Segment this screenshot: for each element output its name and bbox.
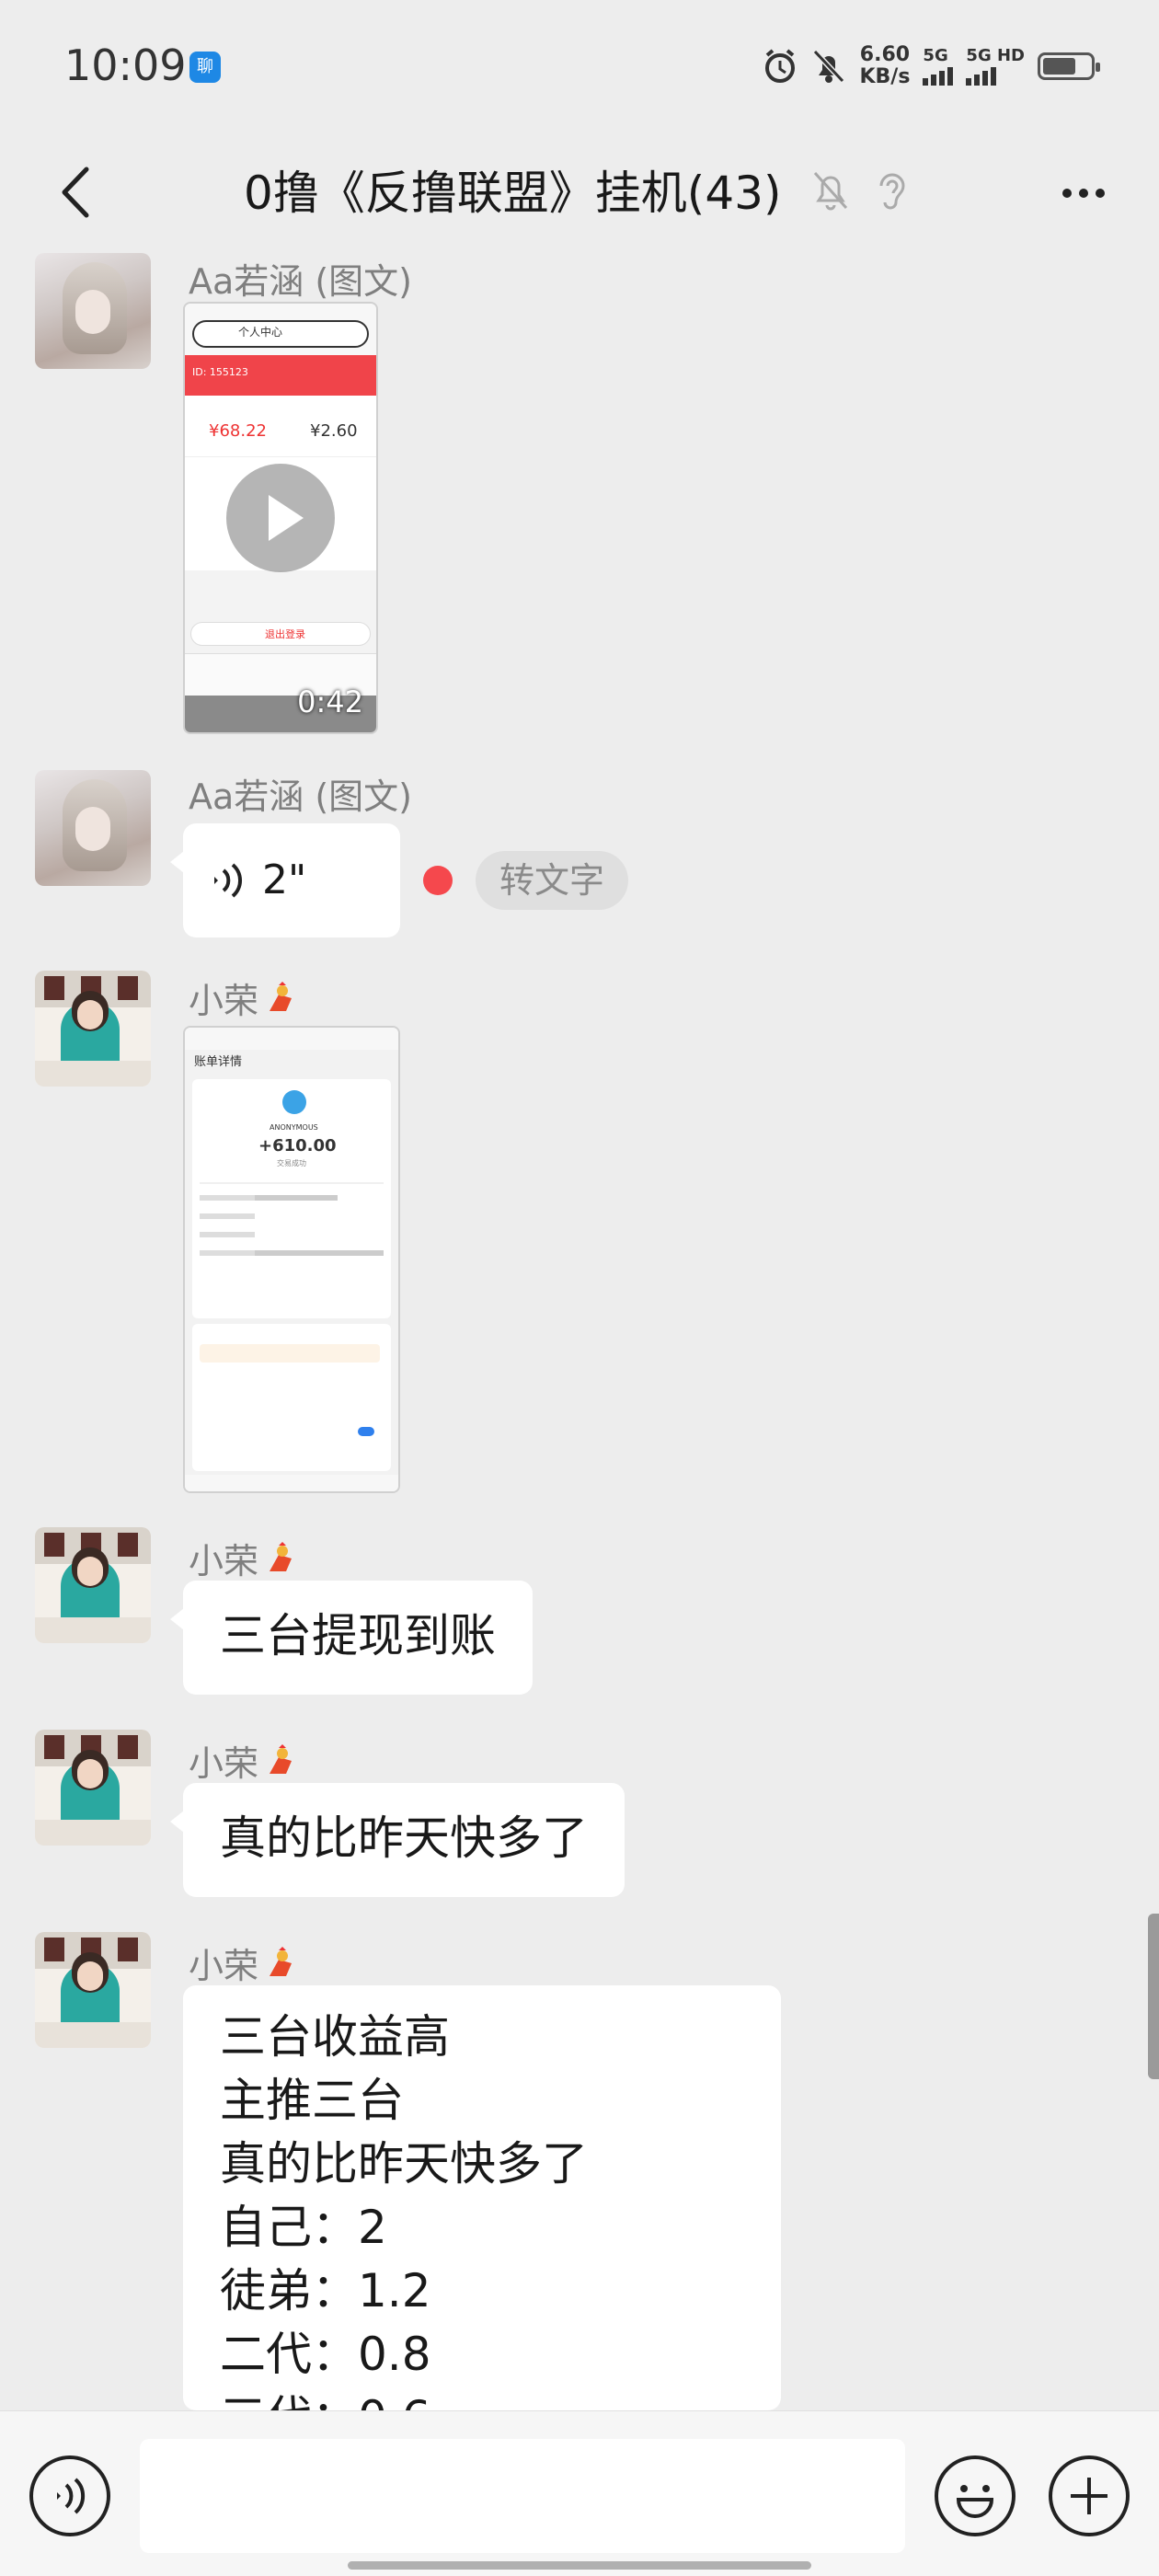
- emoji-button[interactable]: [935, 2455, 1016, 2536]
- rooster-emoji-icon: [270, 1541, 293, 1571]
- sender-name: 小荣: [189, 972, 299, 1023]
- emoji-icon: [956, 2485, 994, 2518]
- thumb-amount-2: ¥2.60: [310, 421, 358, 441]
- bubble-line: 二代：0.8: [220, 2328, 431, 2381]
- bubble-line: 三台收益高: [220, 2010, 450, 2064]
- avatar[interactable]: [35, 971, 151, 1087]
- bubble-line: 徒弟：1.2: [220, 2264, 431, 2317]
- rooster-emoji-icon: [270, 1946, 293, 1976]
- sender-name: 小荣: [189, 1533, 299, 1583]
- ear-icon: [879, 173, 905, 210]
- thumb-amount: +610.00: [258, 1136, 337, 1156]
- scrollbar[interactable]: [1148, 1914, 1159, 2079]
- input-bar: [0, 2410, 1159, 2576]
- avatar[interactable]: [35, 770, 151, 886]
- bubble-line: 三代：0.6: [220, 2386, 744, 2410]
- thumb-header: 账单详情: [194, 1055, 243, 1069]
- app-notification-icon: 聊: [189, 52, 221, 83]
- thumb-search-text: 个人中心: [238, 326, 283, 339]
- more-functions-button[interactable]: [1049, 2455, 1130, 2536]
- video-duration: 0:42: [297, 684, 363, 719]
- text-bubble[interactable]: 三台提现到账: [170, 1581, 533, 1695]
- thumb-id: ID: 155123: [192, 366, 248, 378]
- mute-icon: [813, 49, 845, 84]
- text-bubble[interactable]: 真的比昨天快多了: [170, 1783, 625, 1897]
- sender-name: 小荣: [189, 1938, 299, 1988]
- network-speed: 6.60 KB/s: [859, 43, 911, 88]
- convert-to-text-button[interactable]: 转文字: [476, 851, 629, 910]
- status-time: 10:09: [64, 40, 187, 90]
- thumb-payer: ANONYMOUS: [270, 1123, 318, 1132]
- status-bar: 10:09 聊 6.60 KB/s 5G 5G HD: [0, 0, 1159, 138]
- thumb-amount-1: ¥68.22: [209, 421, 267, 441]
- sim1-signal: 5G: [923, 47, 954, 86]
- avatar[interactable]: [35, 253, 151, 369]
- voice-bubble[interactable]: 2": [170, 823, 400, 937]
- avatar[interactable]: [35, 1932, 151, 2048]
- voice-icon: [57, 2478, 86, 2514]
- bubble-line: 自己：2: [220, 2201, 387, 2254]
- alarm-icon: [765, 49, 796, 83]
- chat-header: 0撸《反撸联盟》挂机(43): [0, 138, 1159, 248]
- avatar[interactable]: [35, 1527, 151, 1643]
- text-bubble[interactable]: 三台收益高 主推三台 真的比昨天快多了 自己：2 徒弟：1.2 二代：0.8 三…: [183, 1985, 781, 2410]
- sender-name: 小荣: [189, 1735, 299, 1786]
- voice-duration: 2": [262, 857, 307, 903]
- bubble-line: 主推三台: [220, 2074, 404, 2127]
- sender-name: Aa若涵 (图文): [189, 776, 413, 817]
- more-icon[interactable]: [1047, 166, 1120, 221]
- battery-icon: [1038, 52, 1100, 80]
- voice-wave-icon: [214, 863, 243, 898]
- bubble-line: 真的比昨天快多了: [220, 2137, 588, 2191]
- thumb-logout: 退出登录: [265, 628, 305, 640]
- thumb-status: 交易成功: [277, 1159, 306, 1167]
- home-indicator[interactable]: [348, 2561, 811, 2570]
- play-icon[interactable]: [226, 464, 335, 572]
- mute-bell-icon: [813, 171, 848, 211]
- sender-name: Aa若涵 (图文): [189, 261, 413, 302]
- back-icon[interactable]: [46, 160, 110, 224]
- image-thumbnail[interactable]: 账单详情 ANONYMOUS +610.00 交易成功: [183, 1026, 400, 1493]
- rooster-emoji-icon: [270, 1743, 293, 1774]
- avatar[interactable]: [35, 1730, 151, 1846]
- voice-input-button[interactable]: [29, 2455, 110, 2536]
- sim2-signal: 5G HD: [966, 47, 1025, 86]
- message-input[interactable]: [140, 2439, 905, 2553]
- plus-icon: [1071, 2478, 1107, 2514]
- unread-dot: [423, 866, 453, 895]
- chat-title: 0撸《反撸联盟》挂机(43): [244, 167, 782, 220]
- rooster-emoji-icon: [270, 981, 293, 1011]
- video-thumbnail[interactable]: 个人中心 ID: 155123 ¥68.22 ¥2.60 退出登录 0:42: [183, 302, 378, 734]
